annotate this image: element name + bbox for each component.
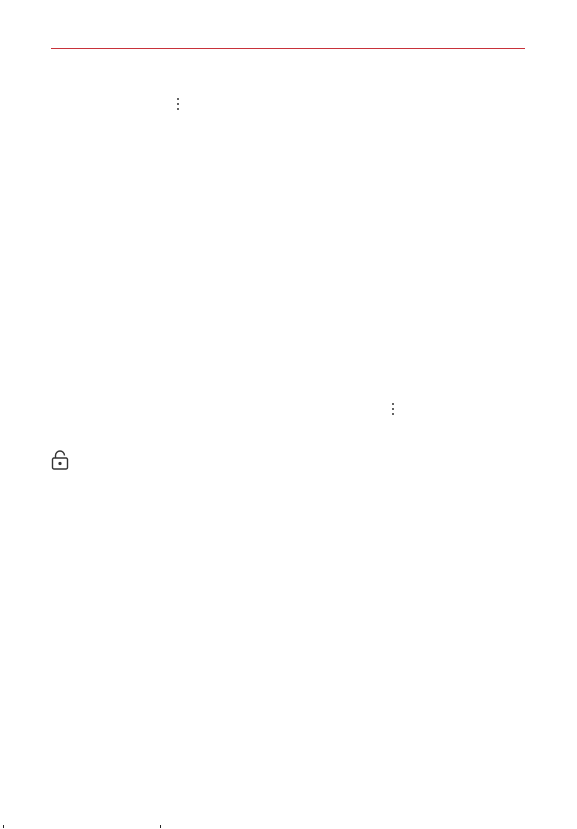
header-rule — [51, 48, 525, 49]
edge-mark — [3, 825, 4, 828]
dot — [177, 98, 179, 100]
dot — [392, 413, 394, 415]
dot — [392, 403, 394, 405]
more-vertical-icon — [391, 402, 395, 418]
edge-mark — [160, 825, 161, 828]
more-vertical-icon — [176, 97, 180, 113]
dot — [177, 108, 179, 110]
page-edge-marks — [0, 825, 577, 829]
dot — [177, 103, 179, 105]
lock-icon — [51, 450, 69, 470]
dot — [392, 408, 394, 410]
